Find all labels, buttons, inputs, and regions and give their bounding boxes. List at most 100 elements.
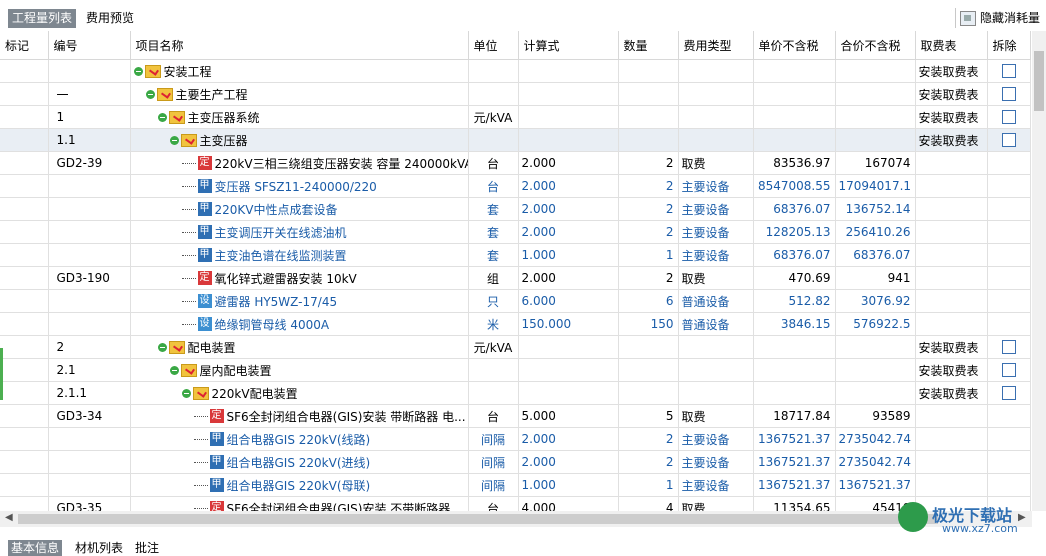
cell-unit[interactable]: 台	[468, 174, 519, 198]
col-type[interactable]: 费用类型	[678, 31, 754, 60]
collapse-icon[interactable]	[133, 66, 143, 76]
cell-qty[interactable]	[618, 381, 679, 405]
cell-unit[interactable]: 台	[468, 496, 519, 511]
table-row[interactable]: 设绝缘铜管母线 4000A 米 150.000 150 普通设备 3846.15 57692…	[0, 312, 1031, 336]
cell-name[interactable]: 安装工程	[130, 59, 469, 83]
cell-mark[interactable]	[0, 243, 49, 267]
collapse-icon[interactable]	[181, 388, 191, 398]
cell-fee[interactable]	[915, 174, 988, 198]
cell-qty[interactable]: 150	[618, 312, 679, 336]
cell-unit[interactable]: 台	[468, 151, 519, 175]
cell-total[interactable]	[835, 128, 916, 152]
collapse-icon[interactable]	[157, 112, 167, 122]
cell-total[interactable]: 256410.26	[835, 220, 916, 244]
cell-formula[interactable]: 2.000	[518, 220, 619, 244]
cell-mark[interactable]	[0, 289, 49, 313]
cell-name[interactable]: 定 SF6全封闭组合电器(GIS)安装 不带断路器 ...	[130, 496, 469, 511]
cell-unit[interactable]	[468, 381, 519, 405]
cell-total[interactable]: 68376.07	[835, 243, 916, 267]
cell-formula[interactable]	[518, 59, 619, 83]
scroll-left-icon[interactable]: ◀	[5, 512, 13, 523]
cell-type[interactable]: 取费	[678, 266, 754, 290]
table-row[interactable]: 甲组合电器GIS 220kV(进线) 间隔 2.000 2 主要设备 1367521.37…	[0, 450, 1031, 474]
col-unit[interactable]: 单位	[468, 31, 519, 60]
col-price[interactable]: 单价不含税	[753, 31, 836, 60]
cell-type[interactable]: 主要设备	[678, 197, 754, 221]
cell-type[interactable]	[678, 335, 754, 359]
demolish-checkbox[interactable]	[1001, 386, 1016, 401]
cell-fee[interactable]	[915, 243, 988, 267]
cell-price[interactable]	[753, 381, 836, 405]
cell-qty[interactable]	[618, 128, 679, 152]
cell-code[interactable]: GD3-35	[48, 496, 131, 511]
cell-total[interactable]: 576922.5	[835, 312, 916, 336]
cell-code[interactable]	[48, 450, 131, 474]
table-row[interactable]: 甲 220KV中性点成套设备套 2.000 2 主要设备 68376.07 136752.1…	[0, 197, 1031, 221]
tab-quantity-list[interactable]: 工程量列表	[8, 9, 77, 28]
col-code[interactable]: 编号	[48, 31, 131, 60]
cell-total[interactable]	[835, 59, 916, 83]
demolish-checkbox[interactable]	[1001, 363, 1016, 378]
cell-price[interactable]: 1367521.37	[753, 450, 836, 474]
cell-formula[interactable]	[518, 381, 619, 405]
cell-code[interactable]: 2	[48, 335, 131, 359]
cell-formula[interactable]	[518, 82, 619, 106]
cell-mark[interactable]	[0, 151, 49, 175]
cell-type[interactable]	[678, 128, 754, 152]
tab-cost-preview[interactable]: 费用预览	[82, 9, 138, 28]
cell-fee[interactable]: 安装取费表	[915, 105, 988, 129]
cell-type[interactable]: 普通设备	[678, 289, 754, 313]
cell-fee[interactable]	[915, 427, 988, 451]
cell-code[interactable]: GD2-39	[48, 151, 131, 175]
cell-fee[interactable]: 安装取费表	[915, 381, 988, 405]
cell-total[interactable]: 3076.92	[835, 289, 916, 313]
cell-mark[interactable]	[0, 404, 49, 428]
cell-name[interactable]: 配电装置	[130, 335, 469, 359]
table-row[interactable]: 甲主变调压开关在线滤油机套 2.000 2 主要设备 128205.13 256410.2…	[0, 220, 1031, 244]
cell-mark[interactable]	[0, 450, 49, 474]
cell-price[interactable]: 128205.13	[753, 220, 836, 244]
cell-code[interactable]: 1	[48, 105, 131, 129]
cell-fee[interactable]	[915, 289, 988, 313]
cell-formula[interactable]	[518, 105, 619, 129]
cell-unit[interactable]: 套	[468, 220, 519, 244]
cell-price[interactable]: 18717.84	[753, 404, 836, 428]
cell-type[interactable]: 主要设备	[678, 220, 754, 244]
cell-code[interactable]	[48, 197, 131, 221]
col-fee[interactable]: 取费表	[915, 31, 988, 60]
cell-name[interactable]: 甲 220KV中性点成套设备	[130, 197, 469, 221]
cell-formula[interactable]: 2.000	[518, 151, 619, 175]
cell-total[interactable]: 2735042.74	[835, 427, 916, 451]
cell-qty[interactable]	[618, 358, 679, 382]
cell-mark[interactable]	[0, 427, 49, 451]
cell-mark[interactable]	[0, 358, 49, 382]
cell-type[interactable]	[678, 358, 754, 382]
cell-unit[interactable]: 间隔	[468, 450, 519, 474]
cell-formula[interactable]: 5.000	[518, 404, 619, 428]
cell-formula[interactable]	[518, 128, 619, 152]
cell-type[interactable]: 主要设备	[678, 450, 754, 474]
cell-fee[interactable]	[915, 473, 988, 497]
cell-type[interactable]	[678, 82, 754, 106]
cell-qty[interactable]	[618, 59, 679, 83]
cell-qty[interactable]: 2	[618, 174, 679, 198]
cell-type[interactable]	[678, 105, 754, 129]
cell-fee[interactable]	[915, 266, 988, 290]
cell-type[interactable]: 取费	[678, 404, 754, 428]
cell-code[interactable]: 1.1	[48, 128, 131, 152]
cell-qty[interactable]	[618, 105, 679, 129]
cell-code[interactable]: 一	[48, 82, 131, 106]
cell-mark[interactable]	[0, 197, 49, 221]
cell-fee[interactable]	[915, 151, 988, 175]
cell-code[interactable]	[48, 427, 131, 451]
cell-price[interactable]	[753, 128, 836, 152]
cell-price[interactable]: 8547008.55	[753, 174, 836, 198]
cell-formula[interactable]: 1.000	[518, 243, 619, 267]
cell-formula[interactable]: 6.000	[518, 289, 619, 313]
cell-formula[interactable]: 2.000	[518, 197, 619, 221]
table-row[interactable]: 2.1.1 220kV配电装置 安装取费表	[0, 381, 1031, 405]
cell-formula[interactable]: 2.000	[518, 427, 619, 451]
table-row[interactable]: 甲主变油色谱在线监测装置套 1.000 1 主要设备 68376.07 68376.07	[0, 243, 1031, 267]
cell-total[interactable]: 93589	[835, 404, 916, 428]
cell-code[interactable]: GD3-34	[48, 404, 131, 428]
